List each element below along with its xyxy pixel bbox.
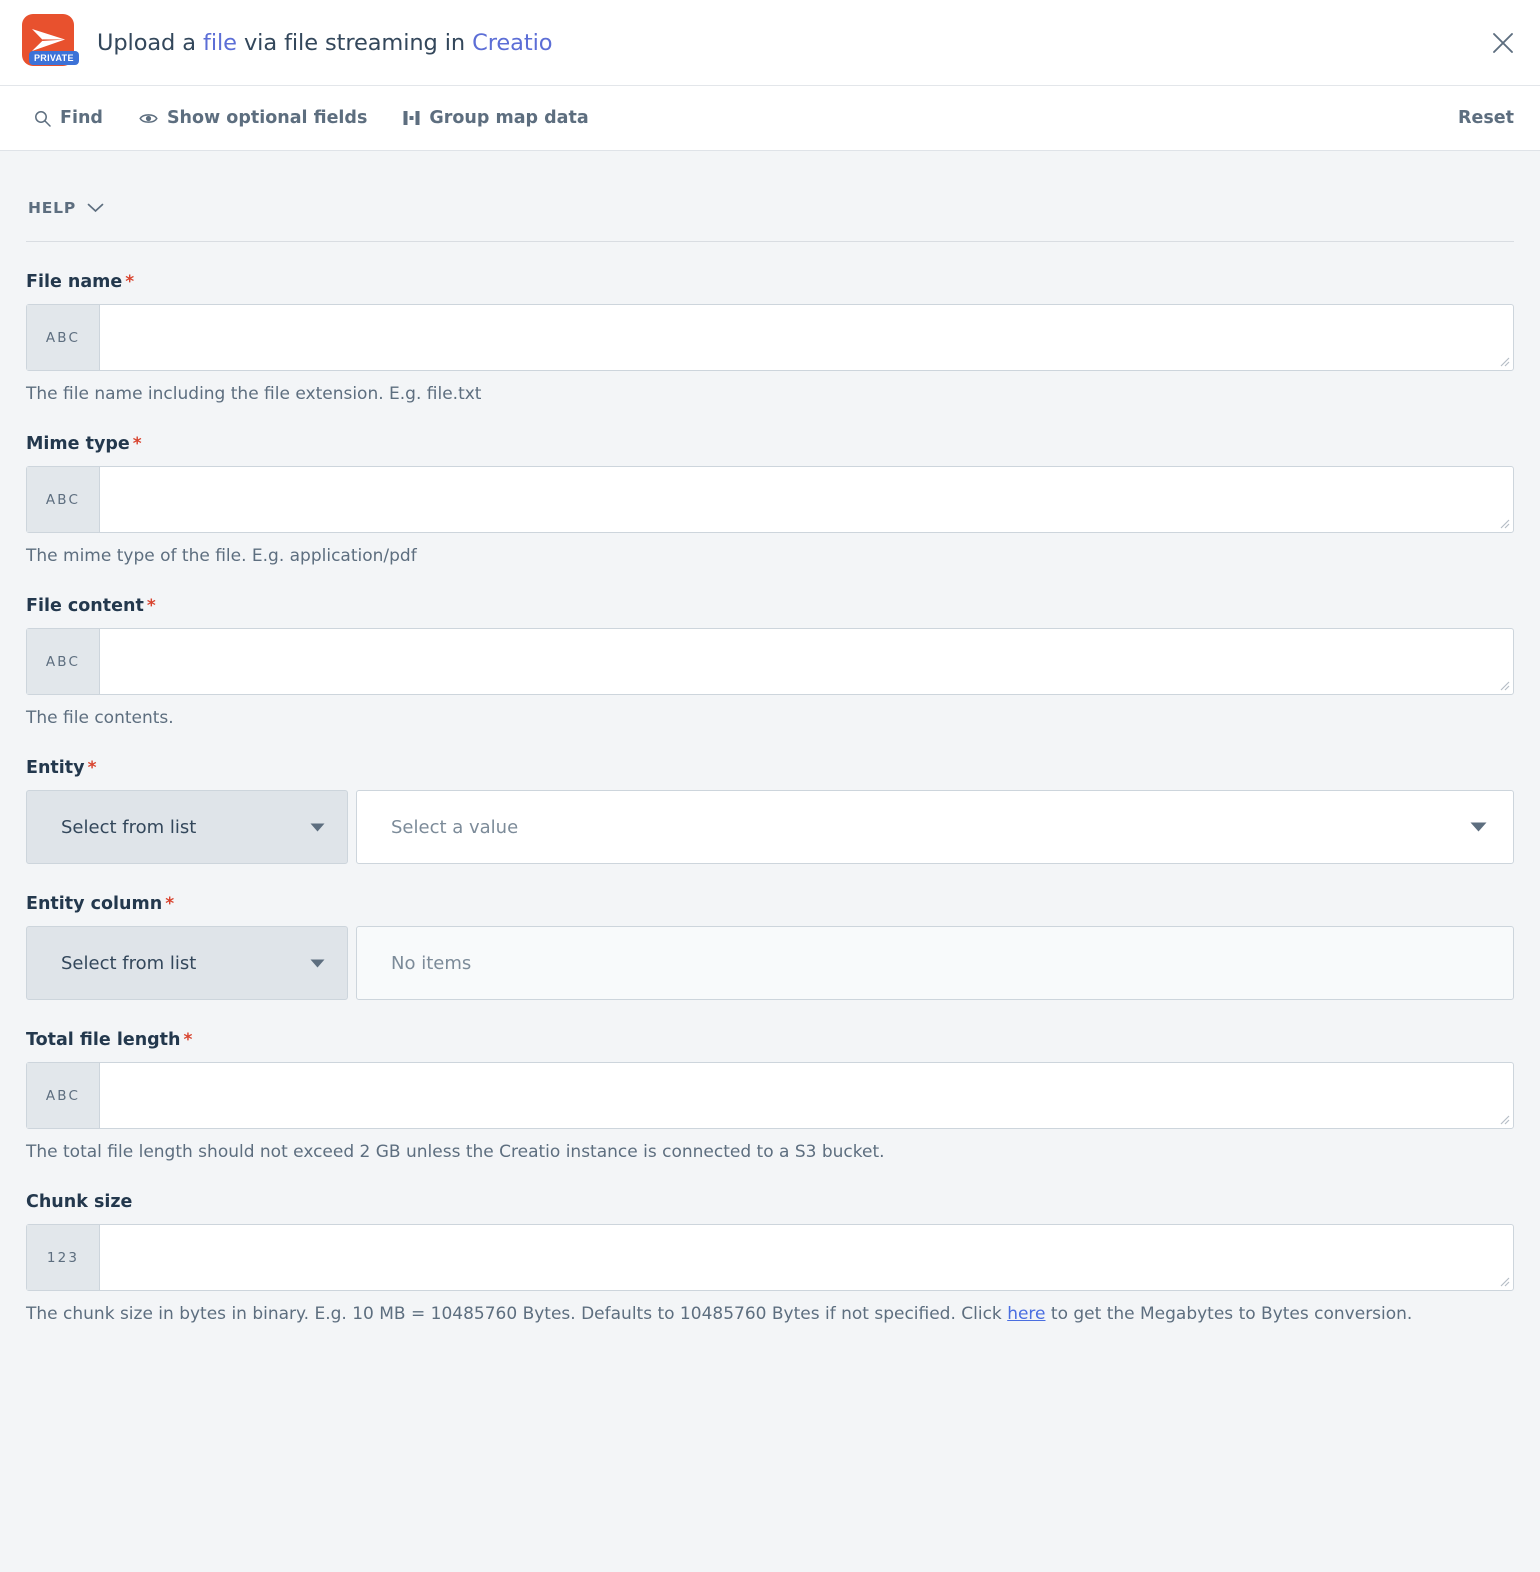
entity-mode-label: Select from list [61, 817, 196, 838]
form-body: HELP File name* ABC The file name includ… [0, 151, 1540, 1572]
total-file-length-input[interactable] [100, 1063, 1513, 1128]
field-file-content: File content* ABC The file contents. [26, 566, 1514, 728]
chevron-down-icon [310, 959, 325, 968]
input-wrapper-file-content: ABC [26, 628, 1514, 695]
label-text: Chunk size [26, 1192, 132, 1212]
entity-row: Select from list Select a value [26, 790, 1514, 864]
entity-column-mode-select[interactable]: Select from list [26, 926, 348, 1000]
field-label-file-name: File name* [26, 272, 1514, 292]
required-asterisk: * [88, 758, 97, 778]
close-button[interactable] [1486, 26, 1520, 60]
field-entity-column: Entity column* Select from list No items [26, 864, 1514, 1000]
entity-value-placeholder: Select a value [391, 817, 518, 838]
required-asterisk: * [133, 434, 142, 454]
label-text: File content [26, 596, 144, 616]
label-text: Total file length [26, 1030, 181, 1050]
group-map-data-icon [403, 110, 420, 126]
type-prefix-abc: ABC [27, 1063, 100, 1128]
page-title: Upload a file via file streaming in Crea… [97, 30, 552, 56]
label-text: Entity column [26, 894, 162, 914]
required-asterisk: * [184, 1030, 193, 1050]
title-link-file[interactable]: file [203, 30, 237, 56]
group-map-data-label: Group map data [429, 108, 588, 128]
paper-plane-icon [31, 27, 67, 53]
field-help-file-content: The file contents. [26, 708, 1514, 728]
field-file-name: File name* ABC The file name including t… [26, 242, 1514, 404]
chunk-size-input[interactable] [100, 1225, 1513, 1290]
required-asterisk: * [125, 272, 134, 292]
input-wrapper-chunk-size: 123 [26, 1224, 1514, 1291]
search-icon [34, 110, 51, 127]
required-asterisk: * [165, 894, 174, 914]
private-badge: PRIVATE [29, 51, 79, 65]
file-content-input[interactable] [100, 629, 1513, 694]
field-help-total-file-length: The total file length should not exceed … [26, 1142, 1514, 1162]
field-label-file-content: File content* [26, 596, 1514, 616]
title-link-creatio[interactable]: Creatio [472, 30, 552, 56]
chevron-down-icon [310, 823, 325, 832]
field-help-chunk-size: The chunk size in bytes in binary. E.g. … [26, 1304, 1514, 1324]
mime-type-input[interactable] [100, 467, 1513, 532]
title-prefix-text: Upload a [97, 30, 203, 56]
entity-column-value-placeholder: No items [391, 953, 471, 974]
chunk-help-pre: The chunk size in bytes in binary. E.g. … [26, 1304, 1007, 1324]
field-mime-type: Mime type* ABC The mime type of the file… [26, 404, 1514, 566]
input-wrapper-mime-type: ABC [26, 466, 1514, 533]
file-name-input[interactable] [100, 305, 1513, 370]
field-total-file-length: Total file length* ABC The total file le… [26, 1000, 1514, 1162]
entity-value-select[interactable]: Select a value [356, 790, 1514, 864]
show-optional-fields-label: Show optional fields [167, 108, 367, 128]
megabytes-conversion-link[interactable]: here [1007, 1304, 1045, 1324]
field-help-file-name: The file name including the file extensi… [26, 384, 1514, 404]
help-section-toggle[interactable]: HELP [26, 151, 1514, 241]
entity-column-row: Select from list No items [26, 926, 1514, 1000]
field-label-mime-type: Mime type* [26, 434, 1514, 454]
input-wrapper-total-file-length: ABC [26, 1062, 1514, 1129]
entity-column-value-select: No items [356, 926, 1514, 1000]
group-map-data-button[interactable]: Group map data [403, 108, 588, 128]
show-optional-fields-button[interactable]: Show optional fields [139, 108, 367, 128]
label-text: Mime type [26, 434, 130, 454]
field-label-entity: Entity* [26, 758, 1514, 778]
field-help-mime-type: The mime type of the file. E.g. applicat… [26, 546, 1514, 566]
find-label: Find [60, 108, 103, 128]
eye-icon [139, 111, 158, 126]
type-prefix-123: 123 [27, 1225, 100, 1290]
window-title-bar: PRIVATE Upload a file via file streaming… [0, 0, 1540, 86]
chunk-help-post: to get the Megabytes to Bytes conversion… [1046, 1304, 1413, 1324]
entity-mode-select[interactable]: Select from list [26, 790, 348, 864]
field-label-entity-column: Entity column* [26, 894, 1514, 914]
required-asterisk: * [147, 596, 156, 616]
field-entity: Entity* Select from list Select a value [26, 728, 1514, 864]
close-icon [1490, 30, 1516, 56]
field-label-chunk-size: Chunk size [26, 1192, 1514, 1212]
reset-button[interactable]: Reset [1458, 108, 1514, 128]
action-toolbar: Find Show optional fields Group map data… [0, 86, 1540, 151]
input-wrapper-file-name: ABC [26, 304, 1514, 371]
entity-column-mode-label: Select from list [61, 953, 196, 974]
type-prefix-abc: ABC [27, 305, 100, 370]
chevron-down-icon [87, 203, 104, 213]
field-label-total-file-length: Total file length* [26, 1030, 1514, 1050]
chevron-down-icon [1470, 822, 1487, 832]
label-text: File name [26, 272, 122, 292]
app-logo: PRIVATE [22, 14, 79, 71]
type-prefix-abc: ABC [27, 467, 100, 532]
field-chunk-size: Chunk size 123 The chunk size in bytes i… [26, 1162, 1514, 1324]
label-text: Entity [26, 758, 85, 778]
find-button[interactable]: Find [34, 108, 103, 128]
title-middle-text: via file streaming in [237, 30, 472, 56]
help-label: HELP [28, 199, 76, 217]
type-prefix-abc: ABC [27, 629, 100, 694]
